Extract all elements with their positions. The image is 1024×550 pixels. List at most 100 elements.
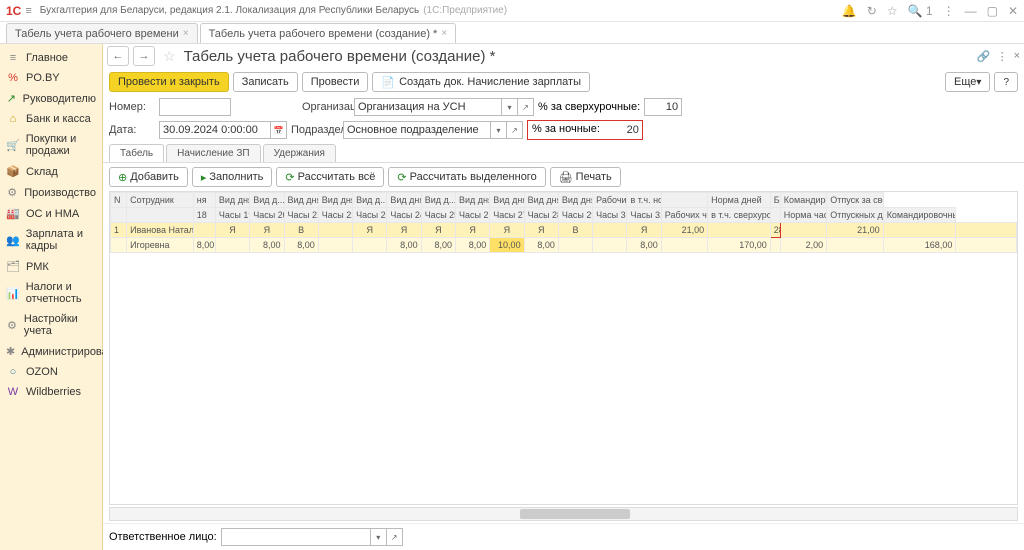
number-field[interactable] [159, 98, 231, 116]
cell[interactable]: 1 [111, 223, 127, 238]
sidebar-item-8[interactable]: 👥Зарплата и кадры [0, 224, 102, 256]
more-icon[interactable]: ⋮ [997, 50, 1008, 63]
responsible-open-icon[interactable]: ↗ [387, 528, 403, 546]
subtab-tabel[interactable]: Табель [109, 144, 164, 162]
night-field[interactable] [604, 121, 642, 139]
cell[interactable]: 8,00 [387, 238, 421, 253]
sidebar-item-3[interactable]: ⌂Банк и касса [0, 109, 102, 129]
star-icon[interactable]: ☆ [887, 4, 898, 18]
sidebar-item-2[interactable]: ↗Руководителю [0, 88, 102, 109]
cell[interactable]: 21,00 [661, 223, 707, 238]
sidebar-item-6[interactable]: ⚙Производство [0, 182, 102, 203]
subtab-deductions[interactable]: Удержания [263, 144, 336, 162]
date-field[interactable] [159, 121, 271, 139]
cell[interactable]: 8,00 [193, 238, 215, 253]
sidebar-item-12[interactable]: ✱Администрирование [0, 341, 102, 362]
cell[interactable] [593, 223, 627, 238]
favorite-icon[interactable]: ☆ [163, 48, 176, 65]
cell[interactable] [883, 223, 956, 238]
back-button[interactable]: ← [107, 46, 129, 66]
sidebar-item-5[interactable]: 📦Склад [0, 161, 102, 182]
cell[interactable] [353, 238, 387, 253]
cell[interactable]: В [558, 223, 592, 238]
org-field[interactable] [354, 98, 502, 116]
main-menu-icon[interactable]: ≡ [25, 5, 31, 17]
cell[interactable] [780, 223, 826, 238]
cell[interactable]: Я [524, 223, 558, 238]
cell[interactable]: 2,00 [780, 238, 826, 253]
cell[interactable] [827, 238, 883, 253]
cell[interactable] [708, 223, 771, 238]
forward-button[interactable]: → [133, 46, 155, 66]
cell[interactable]: 8,00 [455, 238, 489, 253]
close-tab-icon[interactable]: × [441, 28, 447, 39]
cell[interactable] [661, 238, 707, 253]
link-icon[interactable]: 🔗 [977, 50, 991, 63]
maximize-icon[interactable]: ▢ [987, 4, 998, 18]
close-icon[interactable]: ✕ [1008, 4, 1018, 18]
sidebar-item-0[interactable]: ≡Главное [0, 48, 102, 68]
options-icon[interactable]: ⋮ [943, 4, 955, 18]
responsible-field[interactable] [221, 528, 371, 546]
org-open-icon[interactable]: ↗ [518, 98, 534, 116]
sidebar-item-10[interactable]: 📊Налоги и отчетность [0, 277, 102, 309]
dept-dropdown-icon[interactable]: ▾ [491, 121, 507, 139]
cell[interactable]: Я [215, 223, 249, 238]
responsible-dropdown-icon[interactable]: ▾ [371, 528, 387, 546]
close-tab-icon[interactable]: × [183, 28, 189, 39]
horizontal-scrollbar[interactable] [109, 507, 1018, 521]
sidebar-item-1[interactable]: %PO.BY [0, 68, 102, 88]
sidebar-item-14[interactable]: WWildberries [0, 382, 102, 402]
cell[interactable]: Я [387, 223, 421, 238]
save-and-close-button[interactable]: Провести и закрыть [109, 72, 229, 92]
add-row-button[interactable]: ⊕Добавить [109, 167, 188, 187]
cell[interactable]: Я [627, 223, 661, 238]
subtab-payroll[interactable]: Начисление ЗП [166, 144, 260, 162]
cell[interactable]: 8,00 [284, 238, 318, 253]
sidebar-item-4[interactable]: 🛒Покупки и продажи [0, 129, 102, 161]
date-picker-icon[interactable]: 📅 [271, 121, 287, 139]
cell[interactable] [558, 238, 592, 253]
tab-0[interactable]: Табель учета рабочего времени× [6, 23, 198, 43]
search-icon[interactable]: 🔍 1 [908, 4, 933, 18]
cell[interactable]: 10,00 [490, 238, 524, 253]
cell[interactable]: Иванова Наталья [127, 223, 194, 238]
org-dropdown-icon[interactable]: ▾ [502, 98, 518, 116]
cell[interactable]: 170,00 [708, 238, 771, 253]
cell[interactable]: В [284, 223, 318, 238]
save-button[interactable]: Записать [233, 72, 298, 92]
cell[interactable] [956, 238, 1017, 253]
help-button[interactable]: ? [994, 72, 1018, 92]
sidebar-item-7[interactable]: 🏭ОС и НМА [0, 203, 102, 224]
cell[interactable] [193, 223, 215, 238]
history-icon[interactable]: ↻ [867, 4, 877, 18]
overtime-field[interactable] [644, 98, 682, 116]
timesheet-grid[interactable]: NСотрудникняВид дняВид д...Вид дняВид дн… [109, 191, 1018, 505]
cell[interactable] [111, 238, 127, 253]
sidebar-item-11[interactable]: ⚙Настройки учета [0, 309, 102, 341]
cell[interactable]: Я [421, 223, 455, 238]
cell[interactable] [318, 238, 352, 253]
cell[interactable]: 8,00 [250, 238, 284, 253]
cell[interactable] [770, 238, 780, 253]
sidebar-item-13[interactable]: ○OZON [0, 362, 102, 382]
cell[interactable]: Я [250, 223, 284, 238]
tab-1[interactable]: Табель учета рабочего времени (создание)… [200, 23, 457, 43]
close-page-icon[interactable]: × [1014, 50, 1020, 63]
run-button[interactable]: Провести [302, 72, 369, 92]
cell[interactable] [215, 238, 249, 253]
cell[interactable] [956, 223, 1017, 238]
cell[interactable]: 8,00 [421, 238, 455, 253]
minimize-icon[interactable]: — [965, 4, 977, 18]
dept-open-icon[interactable]: ↗ [507, 121, 523, 139]
sidebar-item-9[interactable]: 🗂РМК [0, 256, 102, 277]
calc-selected-button[interactable]: ⟳Рассчитать выделенного [388, 167, 545, 187]
fill-button[interactable]: ▸Заполнить [192, 167, 273, 187]
print-button[interactable]: 🖨Печать [550, 167, 621, 187]
cell[interactable]: 21,00 [827, 223, 883, 238]
cell[interactable]: 28,00 [770, 223, 780, 238]
cell[interactable]: Игоревна [127, 238, 194, 253]
cell[interactable]: 8,00 [627, 238, 661, 253]
dept-field[interactable] [343, 121, 491, 139]
calc-all-button[interactable]: ⟳Рассчитать всё [276, 167, 384, 187]
